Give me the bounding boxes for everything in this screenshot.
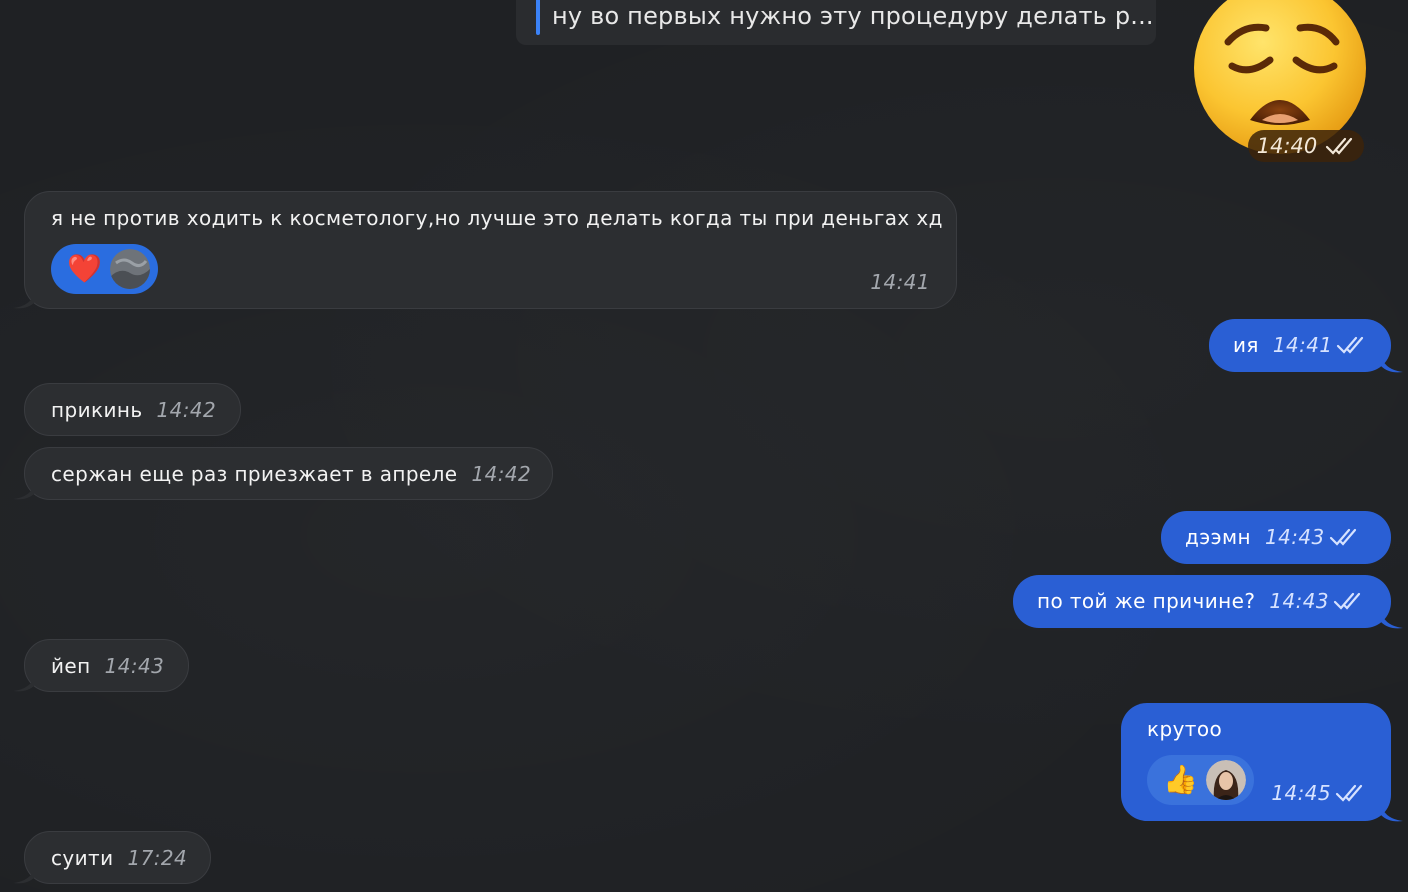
message-bubble-outgoing[interactable]: ия 14:41 [1209,319,1403,373]
message-bubble-incoming[interactable]: прикинь 14:42 [24,383,241,436]
message-time: 14:42 [471,462,532,486]
message-text: дээмн [1185,525,1251,549]
bubble-tail [13,292,35,309]
reply-preview-text: ну во первых нужно эту процедуру делать … [552,2,1154,30]
chat-window: ну во первых нужно эту процедуру делать … [0,0,1408,892]
message-text: йеп [51,654,91,678]
message-text: крутоо [1147,717,1223,741]
message-time: 14:43 [1264,525,1325,549]
message-time: 14:42 [156,398,217,422]
message-bubble-outgoing[interactable]: по той же причине? 14:43 [1013,575,1403,629]
sticker-time: 14:40 [1256,134,1318,158]
double-check-icon [1326,137,1353,155]
message-text: я не против ходить к косметологу,но лучш… [51,206,943,230]
message-text: сержан еще раз приезжает в апреле [51,462,458,486]
message-bubble-incoming[interactable]: йеп 14:43 [13,639,189,692]
reply-preview[interactable]: ну во первых нужно эту процедуру делать … [516,0,1156,45]
message-text: суити [51,846,114,870]
avatar [1206,760,1247,800]
double-check-icon [1329,528,1356,546]
message-bubble-outgoing[interactable]: дээмн 14:43 [1161,511,1391,564]
message-time: 14:43 [104,654,165,678]
message-time: 14:43 [1269,589,1330,613]
heart-reaction-icon: ❤️ [67,252,103,285]
message-bubble-outgoing[interactable]: крутоо 👍 14:45 [1121,703,1403,822]
message-time: 17:24 [127,846,188,870]
message-bubble-incoming[interactable]: суити 17:24 [13,831,211,884]
message-bubble-incoming[interactable]: я не против ходить к косметологу,но лучш… [13,191,957,309]
bubble-tail [1381,805,1403,822]
sticker-time-badge: 14:40 [1248,130,1364,162]
reaction-pill[interactable]: ❤️ [51,244,159,294]
bubble-tail [13,867,35,884]
double-check-icon [1333,592,1361,610]
thumbs-up-reaction-icon: 👍 [1163,763,1199,796]
message-text: прикинь [51,398,143,422]
bubble-tail [13,675,35,692]
double-check-icon [1335,784,1363,802]
reaction-pill[interactable]: 👍 [1147,755,1255,805]
bubble-tail [1381,612,1403,629]
message-time: 14:41 [1272,333,1333,357]
avatar [110,249,151,289]
message-time: 14:45 [1271,781,1331,805]
double-check-icon [1337,336,1364,354]
bubble-tail [1381,356,1403,373]
reply-accent-bar [536,0,540,35]
message-text: по той же причине? [1037,589,1256,613]
message-time: 14:41 [870,270,930,294]
message-bubble-incoming[interactable]: сержан еще раз приезжает в апреле 14:42 [13,447,553,500]
message-text: ия [1233,333,1259,357]
bubble-tail [13,483,35,500]
